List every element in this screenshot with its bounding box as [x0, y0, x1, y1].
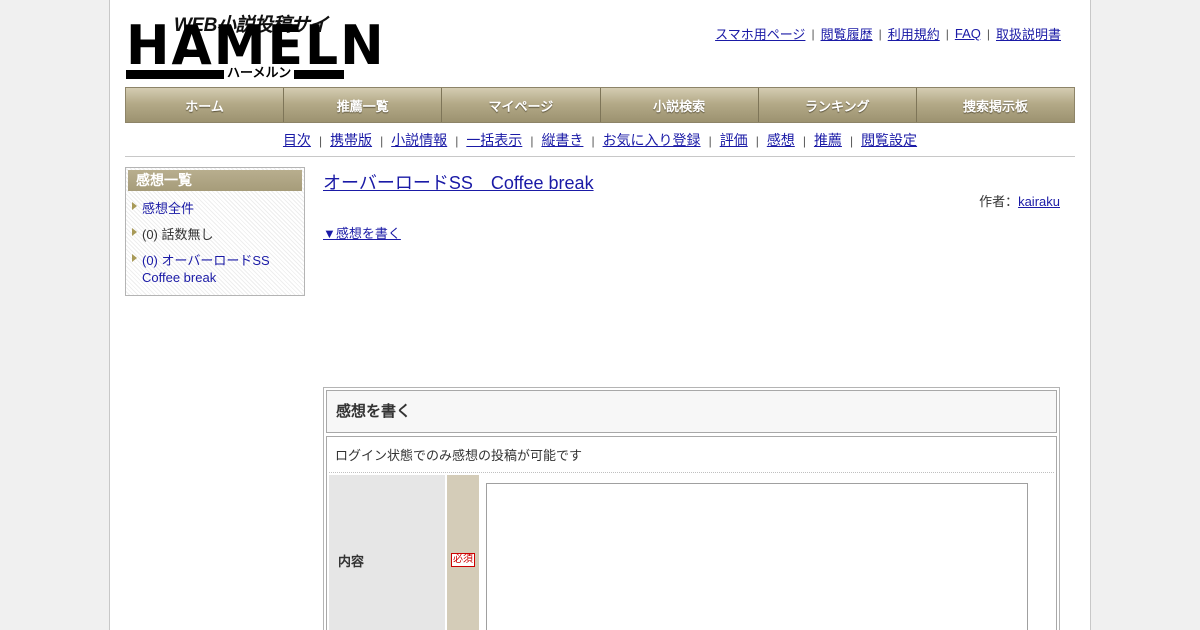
sidebar-item-label[interactable]: 感想全件	[142, 201, 194, 216]
subnav-view-settings[interactable]: 閲覧設定	[861, 132, 917, 148]
subnav-reviews[interactable]: 感想	[767, 132, 795, 148]
nav-recommend-list[interactable]: 推薦一覧	[284, 88, 443, 122]
divider	[125, 156, 1075, 157]
sidebar-item-label: (0) 話数無し	[142, 227, 214, 242]
nav-ranking[interactable]: ランキング	[758, 88, 917, 122]
author-link[interactable]: kairaku	[1018, 194, 1060, 209]
subnav-bulk-view[interactable]: 一括表示	[466, 132, 522, 148]
hameln-logo[interactable]: WEB小説投稿サイト HAMELN ハーメルン	[126, 10, 384, 80]
separator: |	[708, 134, 712, 148]
logo-kana: ハーメルン	[224, 65, 295, 80]
subnav-novel-info[interactable]: 小説情報	[391, 132, 447, 148]
separator: |	[849, 134, 854, 148]
separator: |	[530, 134, 534, 148]
sidebar-item-all[interactable]: 感想全件	[128, 200, 302, 217]
separator: |	[811, 26, 815, 41]
separator: |	[945, 26, 949, 41]
novel-title-link[interactable]: オーバーロードSS Coffee break	[323, 173, 594, 193]
nav-home[interactable]: ホーム	[126, 88, 285, 122]
arrow-right-icon	[132, 228, 137, 236]
separator: |	[755, 134, 759, 148]
sidebar-heading: 感想一覧	[128, 170, 302, 191]
top-links: スマホ用ページ | 閲覧履歴 | 利用規約 | FAQ | 取扱説明書	[715, 24, 1061, 43]
subnav-rating[interactable]: 評価	[720, 132, 748, 148]
nav-search-board[interactable]: 捜索掲示板	[916, 88, 1075, 122]
sidebar-item-no-episode: (0) 話数無し	[128, 226, 302, 243]
sub-nav: 目次 | 携帯版 | 小説情報 | 一括表示 | 縦書き | お気に入り登録 | 評価 | 感想 | 推薦 | 閲覧…	[125, 130, 1075, 150]
separator: |	[878, 26, 882, 41]
novel-title: オーバーロードSS Coffee break	[323, 169, 594, 195]
review-form: 感想を書く ログイン状態でのみ感想の投稿が可能です 内容 必須	[323, 387, 1060, 630]
required-badge: 必須	[451, 553, 475, 567]
separator: |	[986, 26, 990, 41]
form-heading: 感想を書く	[326, 390, 1057, 433]
write-review-link[interactable]: ▼感想を書く	[323, 226, 401, 241]
review-sidebar: 感想一覧 感想全件 (0) 話数無し (0) オーバーロードSS Coffee …	[125, 167, 305, 296]
toplink-smartphone[interactable]: スマホ用ページ	[715, 24, 805, 43]
content-label: 内容	[329, 475, 445, 630]
separator: |	[318, 134, 323, 148]
subnav-recommend[interactable]: 推薦	[814, 132, 842, 148]
subnav-toc[interactable]: 目次	[283, 132, 311, 148]
separator: |	[802, 134, 806, 148]
sidebar-item-label[interactable]: (0) オーバーロードSS Coffee break	[142, 253, 270, 285]
form-body: ログイン状態でのみ感想の投稿が可能です 内容 必須	[326, 436, 1057, 630]
subnav-favorite[interactable]: お気に入り登録	[603, 132, 701, 148]
separator: |	[455, 134, 459, 148]
main-nav: ホーム 推薦一覧 マイページ 小説検索 ランキング 捜索掲示板	[125, 87, 1075, 123]
arrow-right-icon	[132, 202, 137, 210]
toplink-faq[interactable]: FAQ	[955, 26, 981, 41]
nav-novel-search[interactable]: 小説検索	[600, 88, 759, 122]
subnav-mobile[interactable]: 携帯版	[330, 132, 372, 148]
author-prefix: 作者：	[979, 194, 1019, 209]
review-content-textarea[interactable]	[486, 483, 1028, 630]
page-container: WEB小説投稿サイト HAMELN ハーメルン スマホ用ページ | 閲覧履歴 |…	[109, 0, 1091, 630]
toplink-history[interactable]: 閲覧履歴	[821, 24, 873, 43]
required-cell: 必須	[447, 475, 479, 630]
separator: |	[380, 134, 384, 148]
arrow-right-icon	[132, 254, 137, 262]
toplink-terms[interactable]: 利用規約	[888, 24, 940, 43]
login-note: ログイン状態でのみ感想の投稿が可能です	[329, 439, 1054, 473]
write-review-anchor: ▼感想を書く	[323, 223, 401, 242]
input-cell	[479, 475, 1054, 630]
separator: |	[591, 134, 595, 148]
sidebar-item-episode[interactable]: (0) オーバーロードSS Coffee break	[128, 252, 302, 286]
content-row: 内容 必須	[329, 475, 1054, 630]
nav-mypage[interactable]: マイページ	[442, 88, 601, 122]
toplink-manual[interactable]: 取扱説明書	[996, 24, 1061, 43]
author-line: 作者：kairaku	[979, 191, 1060, 210]
subnav-vertical[interactable]: 縦書き	[541, 132, 583, 148]
